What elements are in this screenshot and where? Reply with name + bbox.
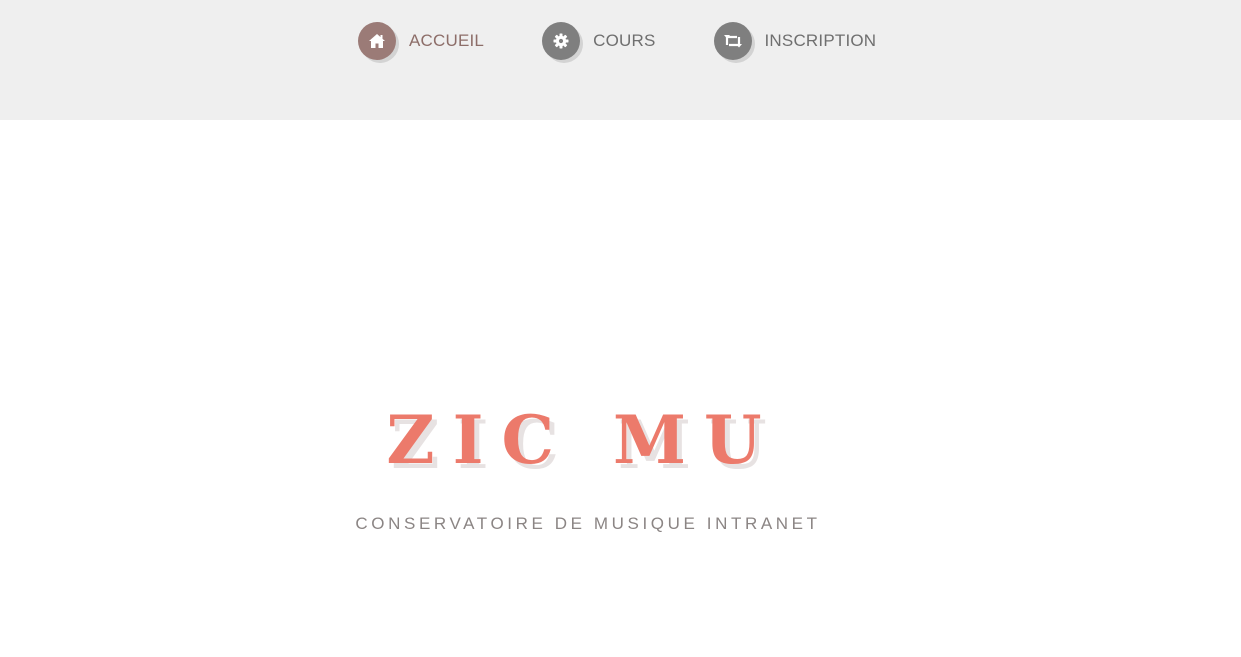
nav-label-cours: COURS [593, 31, 656, 50]
top-navigation-bar: ACCUEIL COURS INSCRIPTION [0, 0, 1241, 120]
home-icon [358, 22, 396, 60]
site-subtitle: CONSERVATOIRE DE MUSIQUE INTRANET [355, 514, 821, 533]
main-nav: ACCUEIL COURS INSCRIPTION [358, 22, 876, 60]
nav-item-inscription[interactable]: INSCRIPTION [713, 22, 877, 60]
site-title: ZIC MU [386, 401, 780, 479]
gear-icon [542, 22, 581, 60]
nav-item-accueil[interactable]: ACCUEIL [358, 22, 484, 60]
retweet-icon [713, 22, 752, 60]
nav-item-cours[interactable]: COURS [542, 22, 655, 60]
nav-label-accueil: ACCUEIL [409, 31, 485, 50]
nav-label-inscription: INSCRIPTION [764, 31, 877, 50]
